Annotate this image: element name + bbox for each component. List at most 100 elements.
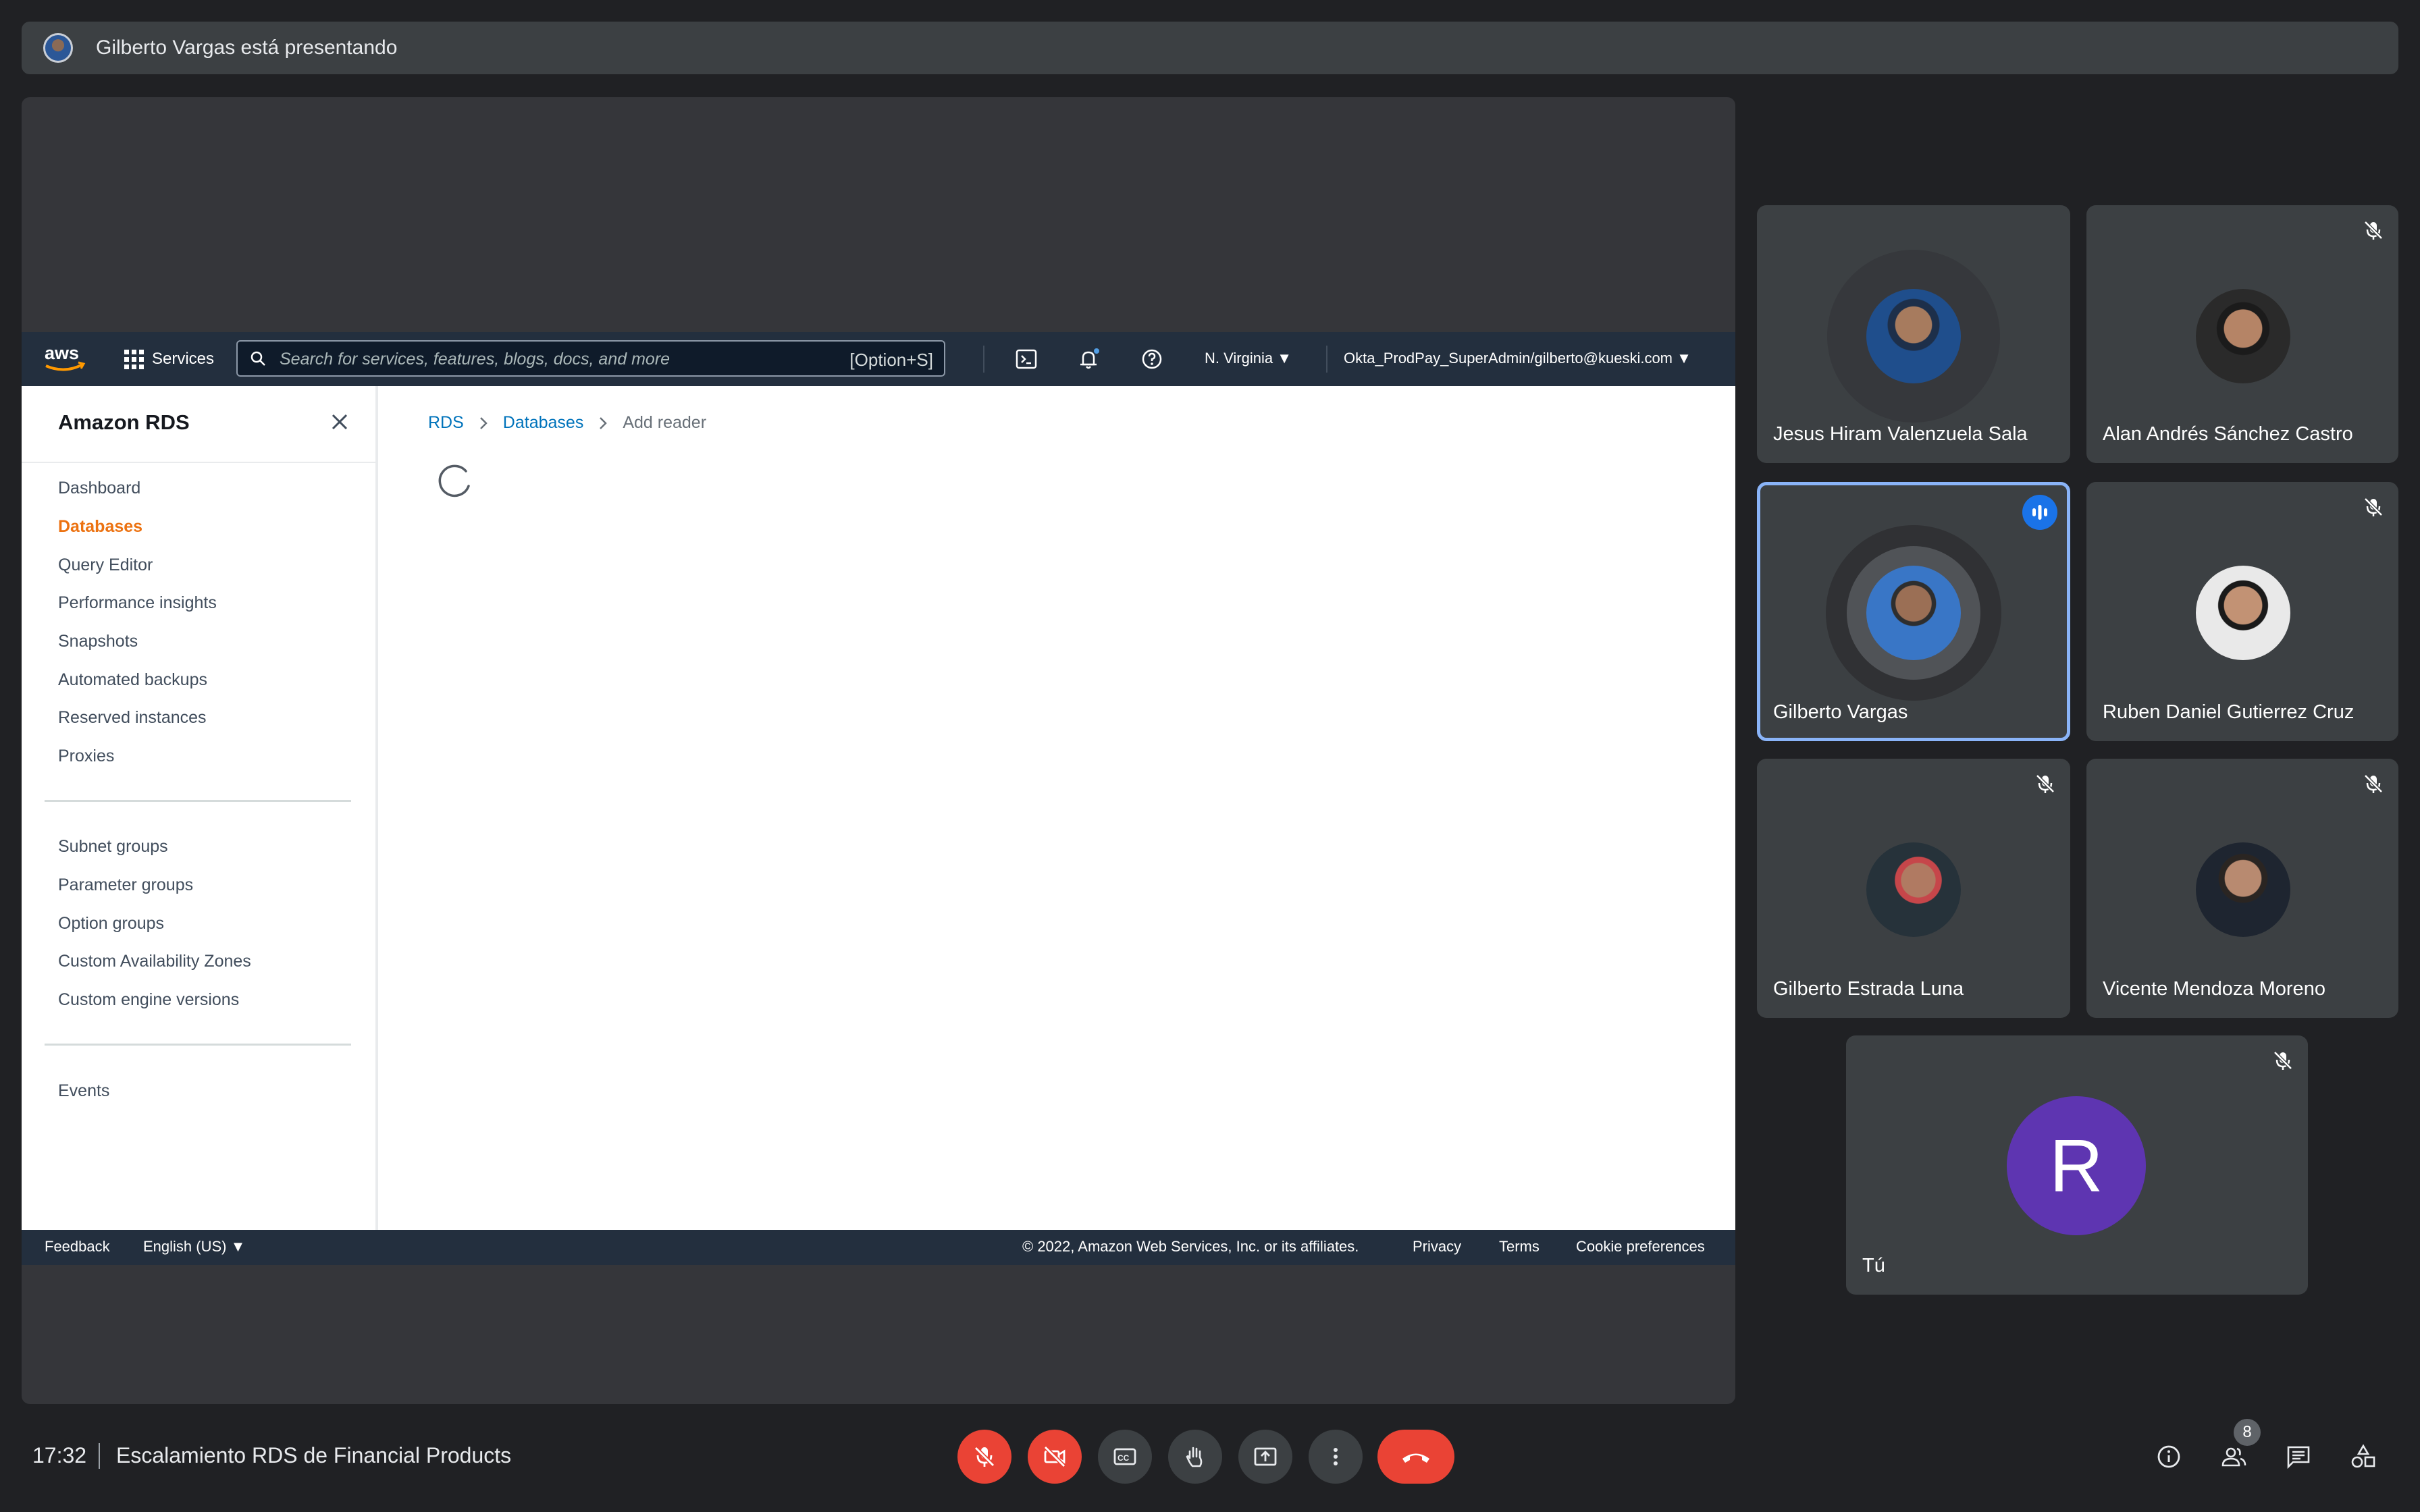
speaking-indicator-icon [2022,495,2057,530]
mic-off-icon [2364,774,2383,793]
aws-top-nav: aws Services [Option+S] [22,332,1735,386]
activities-button[interactable] [2344,1438,2382,1476]
loading-spinner-icon [438,464,470,497]
services-label: Services [152,350,215,368]
chat-button[interactable] [2280,1438,2317,1476]
side-item-proxies[interactable]: Proxies [58,747,114,766]
end-call-button[interactable] [1377,1430,1454,1484]
participant-count-badge: 8 [2234,1419,2261,1446]
aws-footer: Feedback English (US) ▼ © 2022, Amazon W… [22,1230,1735,1265]
presenter-text: Gilberto Vargas está presentando [96,36,398,59]
side-item-parameter-groups[interactable]: Parameter groups [58,875,193,895]
grid-icon [124,349,144,369]
terms-link[interactable]: Terms [1499,1238,1540,1256]
rds-side-nav: Amazon RDS Dashboard Databases Query Edi… [22,386,378,1265]
close-icon[interactable] [330,412,350,432]
participant-name: Jesus Hiram Valenzuela Sala [1773,423,2028,445]
breadcrumb: RDS Databases Add reader [428,413,706,433]
captions-button[interactable]: CC [1098,1430,1152,1484]
participant-tile[interactable]: Alan Andrés Sánchez Castro [2086,205,2398,463]
side-item-custom-availability-zones[interactable]: Custom Availability Zones [58,952,251,971]
present-screen-button[interactable] [1238,1430,1292,1484]
help-icon[interactable] [1138,346,1165,373]
people-icon [2221,1447,2246,1467]
search-box[interactable]: [Option+S] [236,340,945,377]
divider [45,1044,351,1046]
side-item-dashboard[interactable]: Dashboard [58,479,140,498]
mic-off-icon [2364,497,2383,516]
participant-name: Alan Andrés Sánchez Castro [2103,423,2353,445]
side-item-databases[interactable]: Databases [58,517,142,537]
notifications-bell-icon[interactable] [1075,346,1102,373]
privacy-link[interactable]: Privacy [1413,1238,1461,1256]
side-item-custom-engine-versions[interactable]: Custom engine versions [58,990,239,1010]
toggle-mic-button[interactable] [957,1430,1011,1484]
account-menu[interactable]: Okta_ProdPay_SuperAdmin/gilberto@kueski.… [1344,350,1691,367]
language-label: English (US) [143,1238,227,1255]
presenter-avatar [43,33,73,63]
avatar [1866,842,1961,937]
participant-tile[interactable]: Jesus Hiram Valenzuela Sala [1757,205,2070,463]
side-item-query-editor[interactable]: Query Editor [58,556,153,575]
toggle-camera-button[interactable] [1028,1430,1082,1484]
captions-icon: CC [1113,1448,1136,1465]
cookie-preferences-link[interactable]: Cookie preferences [1576,1238,1705,1256]
participant-tile[interactable]: Gilberto Estrada Luna [1757,759,2070,1018]
svg-text:aws: aws [45,343,79,363]
meeting-clock: 17:32 [32,1443,87,1467]
more-options-button[interactable] [1309,1430,1363,1484]
participant-tile-self[interactable]: R Tú [1846,1035,2308,1295]
caret-down-icon: ▼ [1677,350,1691,367]
breadcrumb-databases[interactable]: Databases [503,413,584,433]
participant-tile[interactable]: Gilberto Vargas [1757,482,2070,741]
raise-hand-button[interactable] [1168,1430,1222,1484]
side-item-snapshots[interactable]: Snapshots [58,632,138,651]
side-item-reserved-instances[interactable]: Reserved instances [58,708,207,728]
more-options-icon [1334,1448,1338,1465]
copyright-text: © 2022, Amazon Web Services, Inc. or its… [1022,1238,1359,1255]
svg-text:CC: CC [1117,1453,1130,1463]
region-label: N. Virginia [1205,350,1273,367]
mic-off-icon [2036,774,2055,793]
side-nav-title: Amazon RDS [58,410,190,434]
avatar-initial: R [2007,1096,2146,1235]
presenter-bar: Gilberto Vargas está presentando [22,22,2398,74]
divider [45,800,351,802]
participant-name: Ruben Daniel Gutierrez Cruz [2103,701,2355,723]
region-selector[interactable]: N. Virginia ▼ [1205,350,1292,367]
account-label: Okta_ProdPay_SuperAdmin/gilberto@kueski.… [1344,350,1673,367]
caret-down-icon: ▼ [230,1238,246,1255]
mic-off-icon [974,1446,995,1467]
avatar [2196,842,2290,937]
participant-name: Gilberto Estrada Luna [1773,978,1964,1000]
breadcrumb-rds[interactable]: RDS [428,413,464,433]
nav-divider [983,346,984,373]
language-selector[interactable]: English (US) ▼ [143,1238,245,1256]
side-item-subnet-groups[interactable]: Subnet groups [58,837,168,857]
participant-name: Tú [1862,1255,1885,1276]
present-icon [1254,1447,1277,1466]
participant-tile[interactable]: Vicente Mendoza Moreno [2086,759,2398,1018]
camera-off-icon [1043,1445,1066,1468]
participant-tile[interactable]: Ruben Daniel Gutierrez Cruz [2086,482,2398,741]
services-menu[interactable]: Services [124,344,214,374]
meeting-title: Escalamiento RDS de Financial Products [116,1443,512,1467]
raise-hand-icon [1186,1447,1203,1467]
end-call-icon [1402,1453,1429,1463]
aws-logo[interactable]: aws [43,340,86,375]
side-item-events[interactable]: Events [58,1081,109,1101]
chevron-right-icon [479,416,488,429]
cloudshell-icon[interactable] [1013,346,1040,373]
activities-icon [2351,1444,2375,1468]
avatar [1866,289,1961,383]
side-item-performance-insights[interactable]: Performance insights [58,593,217,613]
participant-name: Gilberto Vargas [1773,701,1908,723]
side-item-automated-backups[interactable]: Automated backups [58,670,207,690]
side-item-option-groups[interactable]: Option groups [58,914,164,934]
chevron-right-icon [600,416,608,429]
meeting-details-button[interactable] [2150,1438,2188,1476]
search-input[interactable] [280,346,820,373]
nav-divider [1326,346,1327,373]
avatar [1866,566,1961,660]
feedback-link[interactable]: Feedback [45,1238,110,1256]
